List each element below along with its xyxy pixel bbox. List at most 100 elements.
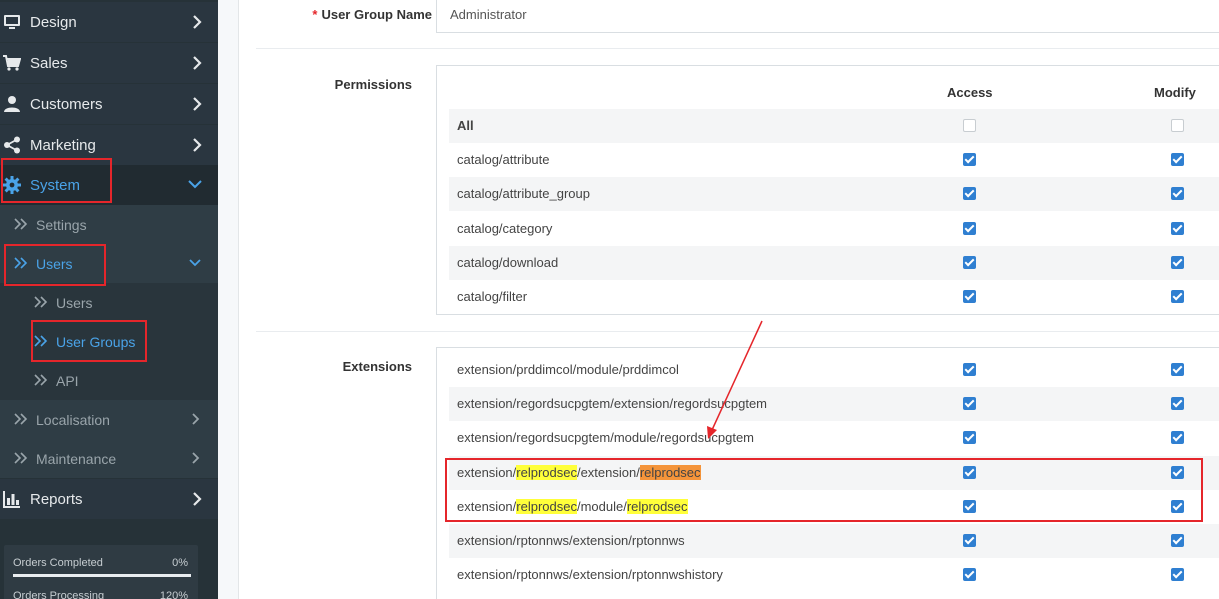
modify-checkbox[interactable] [1171,397,1184,411]
annotation-box-system [1,158,112,203]
menu-localisation[interactable]: Localisation [0,400,218,439]
access-checkbox[interactable] [963,153,976,167]
permission-name: catalog/category [457,220,553,236]
permission-row: catalog/filter [449,280,1219,314]
access-checkbox[interactable] [963,290,976,303]
menu-settings-label: Settings [36,217,87,233]
chevron-right-icon [193,56,202,70]
access-checkbox[interactable] [963,534,976,547]
access-checkbox[interactable] [963,431,976,445]
monitor-icon [4,15,20,29]
permission-name: catalog/download [457,254,559,270]
menu-marketing-label: Marketing [30,137,96,154]
modify-checkbox[interactable] [1171,568,1184,582]
modify-checkbox[interactable] [1171,431,1184,445]
menu-users[interactable]: Users [0,283,218,322]
permission-row: extension/regordsucpgtem/extension/regor… [449,387,1219,422]
permission-row: extension/rptonnws/extension/rptonnwshis… [449,558,1219,592]
user-group-name-input[interactable] [436,0,1219,33]
double-chevron-right-icon [34,296,48,308]
permission-name: extension/prddimcol/module/prddimcol [457,362,679,377]
share-icon [4,136,20,154]
annotation-box-relprodsec [445,458,1203,522]
chevron-right-icon [193,15,202,29]
modify-checkbox[interactable] [1171,290,1184,303]
access-checkbox[interactable] [963,255,976,269]
modify-checkbox[interactable] [1171,221,1184,235]
divider [256,331,1219,332]
menu-customers[interactable]: Customers [0,84,218,124]
extensions-label: Extensions [342,359,412,374]
menu-sales-label: Sales [30,55,68,72]
user-group-name-label-text: User Group Name [321,7,432,22]
chevron-down-icon [189,259,201,267]
permission-row: catalog/download [449,245,1219,280]
user-group-name-label: * User Group Name [279,7,432,22]
permission-name: catalog/attribute [457,152,550,168]
chevron-right-icon [193,492,202,506]
modify-checkbox[interactable] [1171,153,1184,167]
permissions-label: Permissions [334,77,412,92]
chevron-right-icon [192,413,200,425]
annotation-box-user-groups [31,320,147,362]
menu-design-label: Design [30,14,77,31]
menu-settings[interactable]: Settings [0,205,218,244]
menu-maintenance[interactable]: Maintenance [0,439,218,478]
double-chevron-right-icon [14,413,28,425]
orders-processing-label: Orders Processing [13,590,105,599]
permission-name: extension/rptonnws/extension/rptonnws [457,533,685,548]
access-checkbox[interactable] [963,119,976,132]
modify-checkbox[interactable] [1171,187,1184,201]
access-checkbox[interactable] [963,397,976,411]
annotation-box-users [4,244,106,286]
required-asterisk: * [312,7,318,22]
modify-checkbox[interactable] [1171,255,1184,269]
chevron-right-icon [193,138,202,152]
menu-customers-label: Customers [30,96,103,113]
permission-name: extension/rptonnws/extension/rptonnwshis… [457,567,723,583]
chevron-right-icon [192,452,200,464]
modify-checkbox[interactable] [1171,363,1184,376]
double-chevron-right-icon [14,452,28,464]
modify-checkbox[interactable] [1171,119,1184,132]
access-column-header: Access [947,85,993,100]
access-checkbox[interactable] [963,221,976,235]
orders-completed-bar [13,574,191,577]
shopping-cart-icon [3,55,21,71]
menu-users-label: Users [56,295,93,311]
permission-row: catalog/attribute_group [449,177,1219,212]
menu-sales[interactable]: Sales [0,43,218,83]
permission-name: All [457,118,474,133]
permission-name: catalog/filter [457,289,528,304]
menu-reports[interactable]: Reports [0,479,218,519]
permission-row: extension/rptonnws/extension/rptonnws [449,524,1219,558]
menu-localisation-label: Localisation [36,412,110,428]
sidebar: Design Sales Customers Marketing System … [0,0,218,599]
permission-name: extension/regordsucpgtem/extension/regor… [457,396,768,412]
permission-row: extension/regordsucpgtem/module/regordsu… [449,421,1219,455]
modify-column-header: Modify [1154,85,1196,100]
access-checkbox[interactable] [963,187,976,201]
permissions-box: Access Modify All catalog/attribute catalo… [436,65,1219,315]
access-checkbox[interactable] [963,568,976,582]
menu-maintenance-label: Maintenance [36,451,117,467]
bar-chart-icon [3,491,20,508]
double-chevron-right-icon [14,218,28,230]
permission-name: extension/regordsucpgtem/module/regordsu… [457,430,755,446]
chevron-down-icon [188,180,202,189]
modify-checkbox[interactable] [1171,534,1184,547]
chevron-right-icon [193,97,202,111]
permission-name: catalog/attribute_group [457,186,590,202]
orders-completed-value: 0% [172,557,188,569]
main-content: *User Group Name Permissions Access Modi… [218,0,1219,599]
permission-row: catalog/category [449,212,1219,246]
divider [256,48,1219,49]
permission-row: extension/prddimcol/module/prddimcol [449,353,1219,387]
menu-api[interactable]: API [0,361,218,400]
menu-design[interactable]: Design [0,2,218,42]
user-icon [4,96,20,112]
order-stats-panel: Orders Completed 0% Orders Processing 12… [4,545,198,599]
orders-processing-value: 120% [159,590,188,599]
permission-row: All [449,109,1219,143]
access-checkbox[interactable] [963,363,976,376]
